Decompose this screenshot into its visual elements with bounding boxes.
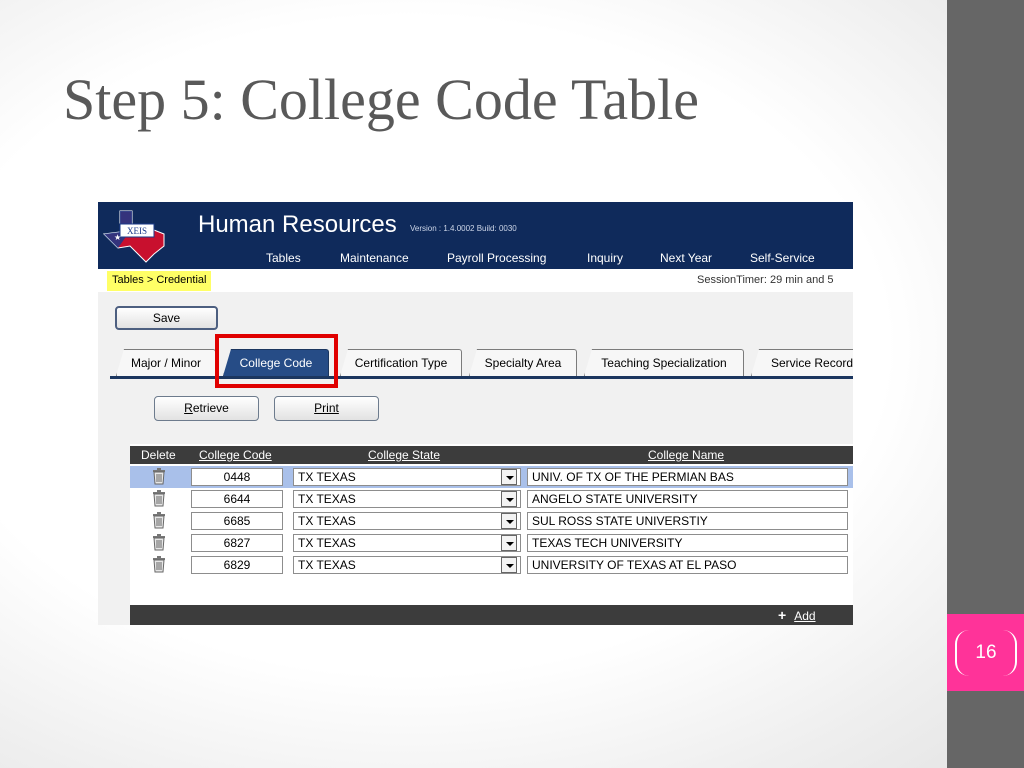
college-name-field[interactable]: SUL ROSS STATE UNIVERSTIY <box>527 512 848 530</box>
college-state-select[interactable]: TX TEXAS <box>293 490 521 508</box>
col-college-state[interactable]: College State <box>368 448 440 462</box>
tab-teaching-specialization[interactable]: Teaching Specialization <box>584 349 744 376</box>
table-row[interactable]: 6685 TX TEXAS SUL ROSS STATE UNIVERSTIY <box>130 510 853 532</box>
highlight-box <box>215 334 338 388</box>
nav-payroll-processing[interactable]: Payroll Processing <box>447 251 546 265</box>
col-college-name[interactable]: College Name <box>648 448 724 462</box>
college-code-field[interactable]: 6829 <box>191 556 283 574</box>
nav-next-year[interactable]: Next Year <box>660 251 712 265</box>
college-name-field[interactable]: TEXAS TECH UNIVERSITY <box>527 534 848 552</box>
college-name-field[interactable]: UNIVERSITY OF TEXAS AT EL PASO <box>527 556 848 574</box>
dropdown-arrow-icon[interactable] <box>501 491 517 507</box>
college-state-select[interactable]: TX TEXAS <box>293 534 521 552</box>
add-button[interactable]: + Add <box>778 607 816 623</box>
print-button[interactable]: Print <box>274 396 379 421</box>
trash-icon[interactable] <box>152 534 166 551</box>
plus-icon: + <box>778 607 787 623</box>
grid-footer <box>130 605 853 625</box>
trash-icon[interactable] <box>152 490 166 507</box>
col-delete: Delete <box>141 448 176 462</box>
texas-map-logo: XEIS ★ <box>102 210 165 263</box>
trash-icon[interactable] <box>152 512 166 529</box>
nav-self-service[interactable]: Self-Service <box>750 251 815 265</box>
app-header: XEIS ★ Human Resources Version : 1.4.000… <box>98 202 853 269</box>
retrieve-button[interactable]: Retrieve <box>154 396 259 421</box>
college-name-field[interactable]: ANGELO STATE UNIVERSITY <box>527 490 848 508</box>
slide-number: 16 <box>955 630 1017 676</box>
nav-maintenance[interactable]: Maintenance <box>340 251 409 265</box>
save-button[interactable]: Save <box>115 306 218 330</box>
retrieve-label: etrieve <box>192 401 229 415</box>
col-college-code[interactable]: College Code <box>199 448 272 462</box>
breadcrumb[interactable]: Tables > Credential <box>107 271 212 291</box>
college-code-field[interactable]: 6644 <box>191 490 283 508</box>
trash-icon[interactable] <box>152 556 166 573</box>
nav-inquiry[interactable]: Inquiry <box>587 251 623 265</box>
table-row[interactable]: 6829 TX TEXAS UNIVERSITY OF TEXAS AT EL PA… <box>130 554 853 576</box>
college-state-select[interactable]: TX TEXAS <box>293 556 521 574</box>
session-timer: SessionTimer: 29 min and 5 <box>697 274 834 286</box>
slide-number-badge: 16 <box>947 614 1024 691</box>
tab-certification-type[interactable]: Certification Type <box>340 349 462 376</box>
logo-text: XEIS <box>127 226 147 236</box>
college-state-select[interactable]: TX TEXAS <box>293 512 521 530</box>
college-state-select[interactable]: TX TEXAS <box>293 468 521 486</box>
app-title: Human Resources <box>198 211 397 238</box>
dropdown-arrow-icon[interactable] <box>501 469 517 485</box>
app-screenshot: XEIS ★ Human Resources Version : 1.4.000… <box>98 202 853 625</box>
tab-major-minor[interactable]: Major / Minor <box>116 349 216 376</box>
print-label: Print <box>314 401 339 415</box>
tab-specialty-area[interactable]: Specialty Area <box>469 349 577 376</box>
trash-icon[interactable] <box>152 468 166 485</box>
retrieve-mnemonic: R <box>184 401 193 415</box>
table-row[interactable]: 6827 TX TEXAS TEXAS TECH UNIVERSITY <box>130 532 853 554</box>
app-version: Version : 1.4.0002 Build: 0030 <box>410 224 517 233</box>
college-code-field[interactable]: 6685 <box>191 512 283 530</box>
dropdown-arrow-icon[interactable] <box>501 557 517 573</box>
dropdown-arrow-icon[interactable] <box>501 513 517 529</box>
college-code-field[interactable]: 0448 <box>191 468 283 486</box>
college-code-field[interactable]: 6827 <box>191 534 283 552</box>
nav-tables[interactable]: Tables <box>266 251 301 265</box>
table-row[interactable]: 0448 TX TEXAS UNIV. OF TX OF THE PERMIAN B… <box>130 466 853 488</box>
dropdown-arrow-icon[interactable] <box>501 535 517 551</box>
college-name-field[interactable]: UNIV. OF TX OF THE PERMIAN BAS <box>527 468 848 486</box>
slide-title: Step 5: College Code Table <box>63 67 699 132</box>
tab-service-record[interactable]: Service Record <box>751 349 853 376</box>
table-row[interactable]: 6644 TX TEXAS ANGELO STATE UNIVERSITY <box>130 488 853 510</box>
add-label: Add <box>794 609 816 623</box>
grid-header: Delete College Code College State Colleg… <box>130 446 853 464</box>
svg-text:★: ★ <box>114 233 121 242</box>
